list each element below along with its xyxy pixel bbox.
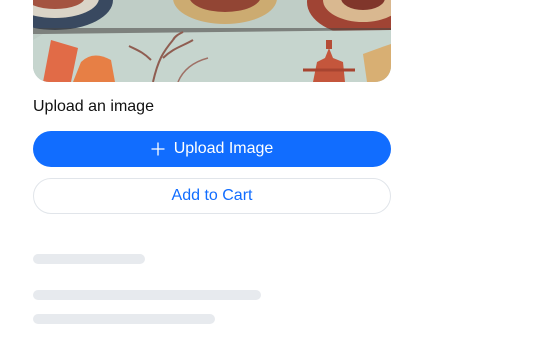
- loading-skeleton-line: [33, 314, 215, 324]
- loading-skeleton-line: [33, 290, 261, 300]
- loading-skeleton-line: [33, 254, 145, 264]
- add-to-cart-button[interactable]: Add to Cart: [33, 178, 391, 214]
- product-image: [33, 0, 391, 82]
- upload-image-button[interactable]: Upload Image: [33, 131, 391, 167]
- add-to-cart-button-label: Add to Cart: [171, 187, 253, 204]
- plus-icon: [151, 142, 165, 156]
- upload-image-caption: Upload an image: [33, 98, 154, 115]
- upload-image-button-label: Upload Image: [173, 140, 274, 157]
